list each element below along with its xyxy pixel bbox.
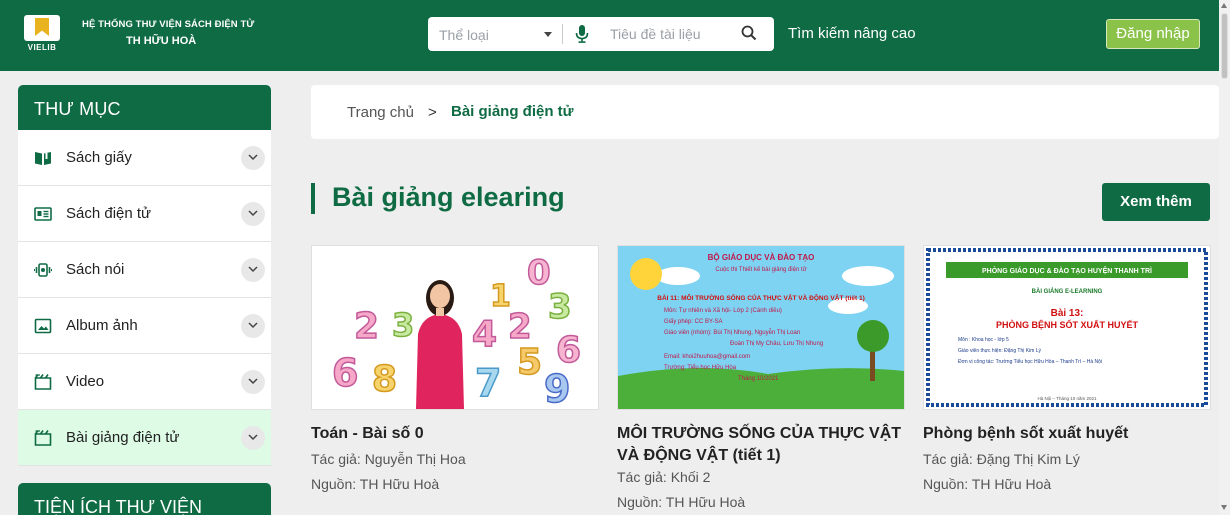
thumb-line: Tháng 10/2021 <box>738 376 779 382</box>
sidebar-item-sach-noi[interactable]: Sách nói <box>18 242 271 298</box>
lecture-source: Nguồn: TH Hữu Hoà <box>923 476 1052 492</box>
scroll-up-arrow-icon[interactable] <box>1221 3 1227 8</box>
breadcrumb-separator: > <box>428 104 437 121</box>
book-logo-icon <box>24 15 60 41</box>
category-sidebar: THƯ MỤC Sách giấy Sách điện tử Sách nói … <box>18 85 271 466</box>
chevron-down-icon[interactable] <box>241 370 265 394</box>
digit-mark: 6 <box>332 351 358 395</box>
search-box: Thể loại <box>428 17 774 51</box>
genre-placeholder: Thể loại <box>439 27 489 43</box>
page-scrollbar[interactable] <box>1219 0 1230 515</box>
chevron-down-icon[interactable] <box>241 426 265 450</box>
digit-mark: 8 <box>372 359 397 400</box>
scroll-down-arrow-icon[interactable] <box>1221 505 1227 510</box>
thumb-label: BÀI GIẢNG E-LEARNING <box>1032 288 1103 295</box>
thumb-line: BỘ GIÁO DỤC VÀ ĐÀO TẠO <box>708 253 815 262</box>
sidebar-item-sach-giay[interactable]: Sách giấy <box>18 130 271 186</box>
thumb-line: Đoàn Thị My Châu, Lưu Thị Nhung <box>730 341 823 347</box>
advanced-search-link[interactable]: Tìm kiếm nâng cao <box>788 25 916 42</box>
thumb-banner: PHÒNG GIÁO DỤC & ĐÀO TẠO HUYỆN THANH TRÌ <box>982 266 1152 275</box>
vielib-logo[interactable]: VIELIB <box>22 15 62 53</box>
lecture-author: Tác giả: Khối 2 <box>617 469 711 485</box>
title-search-input[interactable] <box>610 23 730 45</box>
digit-mark: 5 <box>517 342 542 383</box>
thumb-line: Trường: Tiểu học Hữu Hòa <box>664 364 737 371</box>
caret-down-icon <box>544 32 552 37</box>
lecture-thumbnail[interactable]: 0 1 2 3 4 5 6 7 8 9 2 3 6 <box>311 245 599 410</box>
thumb-line: Email: khoi2huuhoa@gmail.com <box>664 354 750 360</box>
digit-mark: 2 <box>354 306 379 347</box>
login-button[interactable]: Đăng nhập <box>1106 19 1200 49</box>
scrollbar-thumb[interactable] <box>1221 13 1228 79</box>
sidebar-item-label: Album ảnh <box>66 317 138 334</box>
thumb-line: Giáo viên (nhóm): Bùi Thị Nhung, Nguyễn … <box>664 329 800 336</box>
sidebar-item-bai-giang-dien-tu[interactable]: Bài giảng điện tử <box>18 410 271 466</box>
sidebar-heading: THƯ MỤC <box>18 85 271 130</box>
thumb-lesson-title: PHÒNG BỆNH SỐT XUẤT HUYẾT <box>996 319 1139 330</box>
breadcrumb: Trang chủ > Bài giảng điện tử <box>311 85 1219 139</box>
sidebar-item-video[interactable]: Video <box>18 354 271 410</box>
sidebar-item-label: Sách nói <box>66 261 125 278</box>
dengue-thumbnail-image: PHÒNG GIÁO DỤC & ĐÀO TẠO HUYỆN THANH TRÌ… <box>924 246 1210 409</box>
digit-mark: 9 <box>544 367 570 409</box>
sidebar-item-label: Sách điện tử <box>66 205 152 222</box>
microphone-icon[interactable] <box>575 25 589 43</box>
search-divider <box>562 24 563 44</box>
lecture-source: Nguồn: TH Hữu Hoà <box>311 476 440 492</box>
digit-mark: 2 <box>508 307 532 347</box>
chevron-down-icon[interactable] <box>241 258 265 282</box>
sidebar-heading-utilities: TIỆN ÍCH THƯ VIỆN <box>18 483 271 515</box>
lecture-author: Tác giả: Đặng Thị Kim Lý <box>923 451 1080 467</box>
chevron-down-icon[interactable] <box>241 314 265 338</box>
environment-thumbnail-image: BỘ GIÁO DỤC VÀ ĐÀO TẠO Cuộc thi Thiết kế… <box>618 246 904 409</box>
thumb-date: Hà Nội – Tháng 10 năm 2021 <box>1038 396 1097 401</box>
section-accent-bar <box>311 183 315 214</box>
lecture-thumbnail[interactable]: PHÒNG GIÁO DỤC & ĐÀO TẠO HUYỆN THANH TRÌ… <box>923 245 1211 410</box>
sidebar-item-label: Sách giấy <box>66 149 132 166</box>
section-title: Bài giảng elearing <box>332 182 565 212</box>
thumb-lesson: Bài 13: <box>1051 308 1084 319</box>
lecture-title[interactable]: Phòng bệnh sốt xuất huyết <box>923 423 1211 445</box>
digit-mark: 7 <box>475 361 501 405</box>
lecture-icon <box>34 430 52 446</box>
breadcrumb-current: Bài giảng điện tử <box>451 103 574 120</box>
thumb-subject: Môn : Khoa học - lớp 5 <box>958 337 1009 343</box>
genre-select[interactable]: Thể loại <box>428 17 562 51</box>
lecture-author: Tác giả: Nguyễn Thị Hoa <box>311 451 466 467</box>
thumb-school: Đơn vị công tác: Trường Tiểu học Hữu Hòa… <box>958 358 1102 365</box>
see-more-button[interactable]: Xem thêm <box>1102 183 1210 221</box>
chevron-down-icon[interactable] <box>241 146 265 170</box>
video-icon <box>34 374 52 390</box>
thumb-line: Cuộc thi Thiết kế bài giảng điện tử <box>715 266 806 273</box>
digit-mark: 6 <box>556 330 581 371</box>
brand-school: TH HỮU HOÀ <box>126 35 197 47</box>
book-open-icon <box>35 152 51 165</box>
thumb-line: Môn: Tự nhiên và Xã hội- Lớp 2 (Cánh diề… <box>664 308 782 314</box>
sidebar-item-label: Video <box>66 373 105 390</box>
chevron-down-icon[interactable] <box>241 202 265 226</box>
digit-mark: 3 <box>392 306 414 344</box>
numbers-thumbnail-image: 0 1 2 3 4 5 6 7 8 9 2 3 6 <box>312 246 598 409</box>
sidebar-item-sach-dien-tu[interactable]: Sách điện tử <box>18 186 271 242</box>
lecture-source: Nguồn: TH Hữu Hoà <box>617 494 746 510</box>
lecture-title[interactable]: MÔI TRƯỜNG SỐNG CỦA THỰC VẬT VÀ ĐỘNG VẬT… <box>617 423 905 467</box>
breadcrumb-home-link[interactable]: Trang chủ <box>347 104 414 121</box>
digit-mark: 3 <box>548 287 572 327</box>
digit-mark: 4 <box>472 314 497 355</box>
top-header: VIELIB HỆ THỐNG THƯ VIỆN SÁCH ĐIỆN TỬ TH… <box>0 0 1230 71</box>
sidebar-item-album-anh[interactable]: Album ảnh <box>18 298 271 354</box>
ebook-icon <box>34 207 52 221</box>
image-icon <box>34 318 52 334</box>
thumb-teacher: Giáo viên thực hiện: Đặng Thị Kim Lý <box>958 348 1042 354</box>
thumb-line: Giấy phép: CC BY-SA <box>664 319 722 325</box>
audio-icon <box>34 263 52 277</box>
brand-title: HỆ THỐNG THƯ VIỆN SÁCH ĐIỆN TỬ <box>82 19 255 30</box>
sidebar-item-label: Bài giảng điện tử <box>66 429 180 446</box>
sun-icon <box>630 258 662 290</box>
logo-text: VIELIB <box>27 43 57 52</box>
search-icon[interactable] <box>741 25 757 41</box>
lecture-title[interactable]: Toán - Bài số 0 <box>311 423 599 445</box>
lecture-thumbnail[interactable]: BỘ GIÁO DỤC VÀ ĐÀO TẠO Cuộc thi Thiết kế… <box>617 245 905 410</box>
